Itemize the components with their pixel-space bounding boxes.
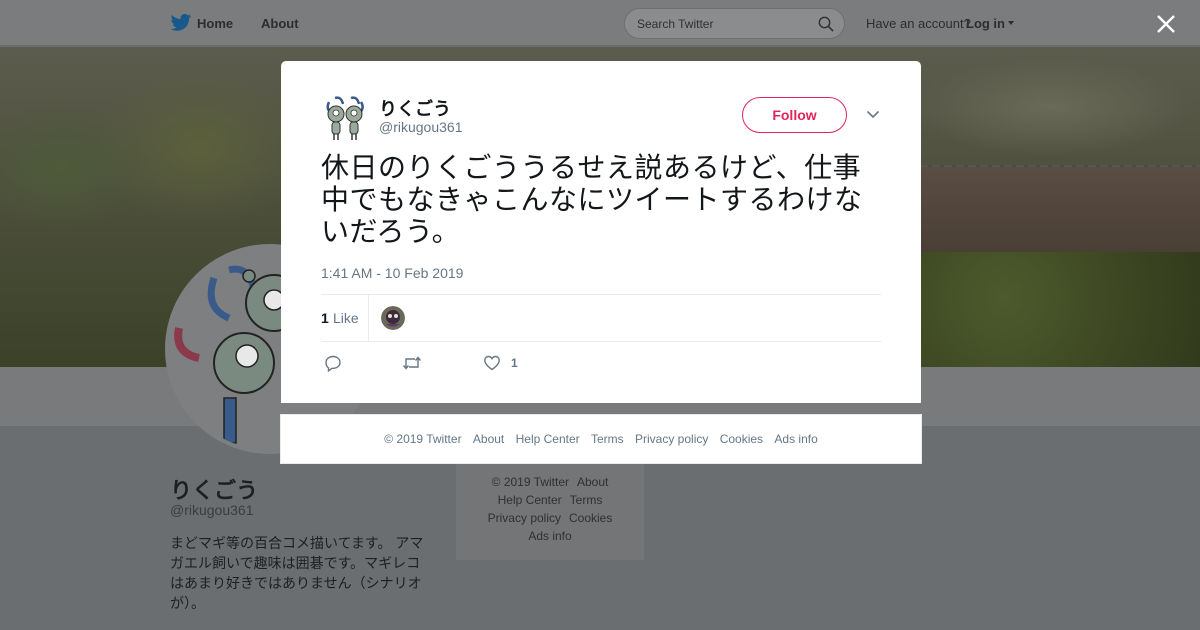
tweet-author-handle[interactable]: @rikugou361: [379, 119, 463, 135]
tweet-modal: りくごう @rikugou361 Follow 休日のりくごううるせえ説あるけど…: [281, 61, 921, 403]
retweet-icon[interactable]: [402, 354, 422, 372]
like-count[interactable]: 1: [321, 310, 329, 326]
modal-footer-about-link[interactable]: About: [473, 432, 504, 446]
modal-footer-terms-link[interactable]: Terms: [591, 432, 624, 446]
footer-copyright: © 2019 Twitter: [491, 475, 569, 489]
footer-ads-link[interactable]: Ads info: [528, 529, 571, 543]
profile-bio: まどマギ等の百合コメ描いてます。 アマガエル飼いで趣味は囲碁です。マギレコはあま…: [170, 535, 424, 611]
have-account-text: Have an account?: [866, 16, 971, 31]
nav-about-link[interactable]: About: [261, 16, 299, 31]
profile-name: りくごう: [170, 478, 259, 503]
modal-footer-help-link[interactable]: Help Center: [516, 432, 580, 446]
banner-hedge: [920, 252, 1200, 367]
nav-home-link[interactable]: Home: [197, 16, 233, 31]
modal-footer-cookies-link[interactable]: Cookies: [720, 432, 763, 446]
footer-privacy-link[interactable]: Privacy policy: [488, 511, 561, 525]
modal-footer-privacy-link[interactable]: Privacy policy: [635, 432, 708, 446]
search-icon[interactable]: [818, 16, 834, 32]
search-box: [624, 8, 845, 39]
profile-handle[interactable]: @rikugou361: [170, 502, 254, 518]
footer-about-link[interactable]: About: [577, 475, 608, 489]
banner-wall: [920, 167, 1200, 252]
follow-button[interactable]: Follow: [742, 97, 847, 133]
footer-terms-link[interactable]: Terms: [570, 493, 603, 507]
tweet-author-avatar[interactable]: [321, 94, 369, 142]
chevron-down-icon[interactable]: [866, 110, 880, 119]
twitter-bird-icon[interactable]: [170, 13, 192, 33]
modal-footer: © 2019 Twitter About Help Center Terms P…: [280, 414, 922, 464]
modal-footer-ads-link[interactable]: Ads info: [774, 432, 817, 446]
top-nav: Home About Have an account? Log in: [0, 0, 1200, 46]
heart-icon[interactable]: [483, 354, 501, 372]
footer-cookies-link[interactable]: Cookies: [569, 511, 612, 525]
chevron-down-icon[interactable]: [1008, 21, 1014, 25]
liker-avatar[interactable]: [381, 306, 405, 330]
close-icon[interactable]: [1155, 13, 1177, 35]
side-footer: © 2019 Twitter About Help Center Terms Pri…: [456, 462, 644, 560]
tweet-stats: 1 Like: [321, 294, 881, 342]
login-link[interactable]: Log in: [966, 16, 1005, 31]
stats-divider: [368, 295, 369, 341]
search-input[interactable]: [637, 15, 807, 33]
tweet-text: 休日のりくごううるせえ説あるけど、仕事中でもなきゃこんなにツイートするわけないだ…: [321, 151, 863, 248]
footer-help-link[interactable]: Help Center: [498, 493, 562, 507]
like-count-label[interactable]: Like: [333, 310, 359, 326]
action-like-count: 1: [511, 356, 518, 370]
reply-icon[interactable]: [324, 354, 342, 372]
tweet-author-name[interactable]: りくごう: [379, 95, 451, 121]
tweet-timestamp[interactable]: 1:41 AM - 10 Feb 2019: [321, 265, 463, 281]
modal-footer-copyright: © 2019 Twitter: [384, 432, 462, 446]
